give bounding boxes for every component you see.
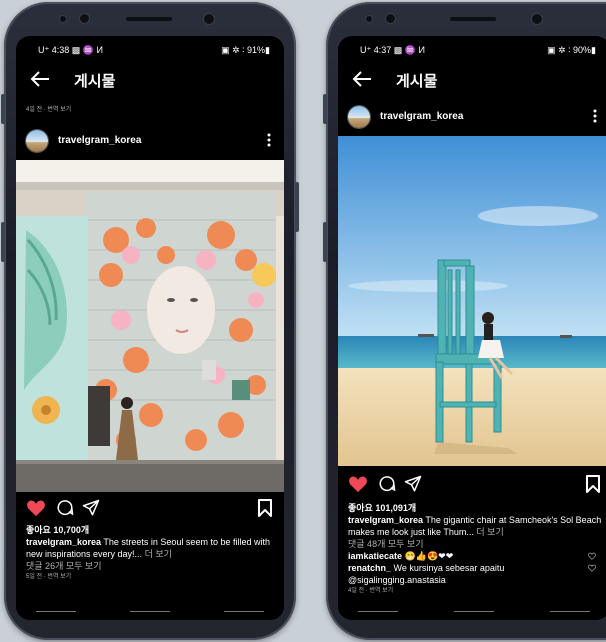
caption: travelgram_korea The gigantic chair at S… — [348, 514, 602, 538]
post-photo-mural[interactable] — [16, 160, 284, 492]
share-icon[interactable] — [82, 499, 100, 517]
back-arrow-icon[interactable] — [352, 70, 372, 88]
bottom-nav — [338, 602, 606, 620]
like-comment-heart-icon[interactable] — [588, 552, 596, 560]
volume-button — [323, 94, 327, 124]
time-ago[interactable]: 4일 전 · 번역 보기 — [26, 104, 71, 113]
caption-username[interactable]: travelgram_korea — [348, 515, 423, 525]
avatar[interactable] — [26, 130, 48, 152]
status-bar: U⁺ 4:37 ▩ ♒ И ▣ ✲ ∶ 90%▮ — [338, 36, 606, 62]
nav-indicator — [36, 611, 76, 612]
nav-indicator — [454, 611, 494, 612]
like-comment-heart-icon[interactable] — [588, 564, 596, 572]
bixby-button — [323, 222, 327, 262]
nav-indicator — [130, 611, 170, 612]
post-details: 좋아요 10,700개 travelgram_korea The streets… — [26, 524, 276, 582]
sensor — [366, 16, 372, 22]
like-count[interactable]: 좋아요 101,091개 — [348, 502, 602, 514]
caption-username[interactable]: travelgram_korea — [26, 537, 101, 547]
bottom-nav — [16, 602, 284, 620]
nav-indicator — [358, 611, 398, 612]
comment-username[interactable]: renatchn_ — [348, 563, 391, 573]
front-camera — [204, 14, 214, 24]
front-camera — [532, 14, 542, 24]
comment-row: renatchn_ We kursinya sebesar apaitu @si… — [348, 562, 602, 586]
status-icons: ▣ ✲ ∶ 90%▮ — [547, 45, 596, 55]
username[interactable]: travelgram_korea — [380, 111, 463, 122]
post-actions — [338, 472, 606, 498]
username[interactable]: travelgram_korea — [58, 135, 141, 146]
instagram-screen-right: U⁺ 4:37 ▩ ♒ И ▣ ✲ ∶ 90%▮ 게시물 travelgram_… — [338, 36, 606, 620]
more-options-icon[interactable] — [264, 132, 274, 148]
sensor — [80, 14, 89, 23]
post-photo-beach-chair[interactable] — [338, 136, 606, 468]
instagram-screen-left: U⁺ 4:38 ▩ ♒ И ▣ ✲ ∶ 91%▮ 게시물 4일 전 · 번역 보… — [16, 36, 284, 620]
nav-indicator — [550, 611, 590, 612]
comment-icon[interactable] — [56, 499, 74, 517]
phone-right: U⁺ 4:37 ▩ ♒ И ▣ ✲ ∶ 90%▮ 게시물 travelgram_… — [323, 2, 606, 640]
earpiece-speaker — [126, 17, 172, 21]
caption: travelgram_korea The streets in Seoul se… — [26, 536, 276, 560]
comment-username[interactable]: iamkatiecate — [348, 551, 402, 561]
like-count[interactable]: 좋아요 10,700개 — [26, 524, 276, 536]
heart-icon[interactable] — [26, 499, 46, 517]
post-details: 좋아요 101,091개 travelgram_korea The gigant… — [348, 502, 602, 596]
power-button — [295, 182, 299, 232]
sensor — [386, 14, 395, 23]
status-icons: ▣ ✲ ∶ 91%▮ — [221, 45, 270, 55]
sensor — [60, 16, 66, 22]
page-title: 게시물 — [74, 73, 116, 90]
earpiece-speaker — [450, 17, 496, 21]
page-title: 게시물 — [396, 73, 438, 90]
bixby-button — [1, 222, 5, 262]
post-date[interactable]: 5일 전 · 번역 보기 — [26, 572, 276, 582]
bookmark-icon[interactable] — [586, 475, 600, 493]
comment-icon[interactable] — [378, 475, 396, 493]
nav-indicator — [224, 611, 264, 612]
more-options-icon[interactable] — [590, 108, 600, 124]
view-all-comments-link[interactable]: 댓글 48개 모두 보기 — [348, 538, 602, 550]
post-date[interactable]: 4일 전 · 번역 보기 — [348, 586, 602, 596]
top-bar: 게시물 — [338, 62, 606, 96]
post-header: travelgram_korea — [16, 126, 284, 156]
comment-row: iamkatiecate 😁👍😍❤❤ — [348, 550, 602, 562]
post-header: travelgram_korea — [338, 102, 606, 132]
caption-more-link[interactable]: 더 보기 — [476, 527, 503, 537]
avatar[interactable] — [348, 106, 370, 128]
top-bar: 게시물 — [16, 62, 284, 96]
phone-left: U⁺ 4:38 ▩ ♒ И ▣ ✲ ∶ 91%▮ 게시물 4일 전 · 번역 보… — [1, 2, 299, 640]
status-time: U⁺ 4:37 ▩ ♒ И — [360, 45, 425, 55]
caption-more-link[interactable]: 더 보기 — [145, 549, 172, 559]
volume-button — [1, 94, 5, 124]
status-bar: U⁺ 4:38 ▩ ♒ И ▣ ✲ ∶ 91%▮ — [16, 36, 284, 62]
heart-icon[interactable] — [348, 475, 368, 493]
post-actions — [16, 496, 284, 522]
status-time: U⁺ 4:38 ▩ ♒ И — [38, 45, 103, 55]
back-arrow-icon[interactable] — [30, 70, 50, 88]
comment-text: 😁👍😍❤❤ — [404, 551, 454, 561]
bookmark-icon[interactable] — [258, 499, 272, 517]
view-all-comments-link[interactable]: 댓글 26개 모두 보기 — [26, 560, 276, 572]
share-icon[interactable] — [404, 475, 422, 493]
